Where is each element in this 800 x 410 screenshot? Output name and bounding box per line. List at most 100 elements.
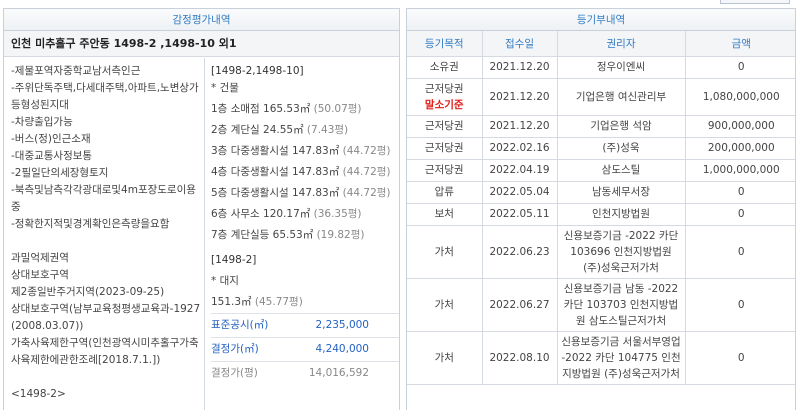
cell-holder: 기업은행 석암 (556, 114, 686, 138)
cell-date: 2021.12.20 (481, 114, 558, 138)
building-land-column: [1498-2,1498-10] * 건물 1층 소매점 165.53㎡ (50… (205, 58, 399, 410)
table-row: 소유권 2021.12.20 정우이엔씨 0 (407, 55, 795, 79)
floor-item: 1층 소매점 165.53㎡ (50.07평) (211, 101, 399, 118)
table-row: 압류 2022.05.04 남동세무서장 0 (407, 180, 795, 204)
floor-use: 다중생활시설 (230, 145, 289, 157)
property-address-title: 인천 미추홀구 주안동 1498-2 ,1498-10 외1 (4, 31, 399, 57)
col-header-holder: 권리자 (556, 31, 686, 57)
condition-item: -대중교통사정보통 (11, 150, 93, 162)
cell-amount: 1,080,000,000 (684, 77, 795, 116)
cell-amount: 1,000,000,000 (684, 158, 795, 182)
cell-type: 가처 (407, 330, 483, 385)
floor-area: 165.53㎡ (263, 103, 311, 115)
cell-amount: 0 (684, 277, 795, 332)
decided-price-label: 결정가(㎡) (211, 343, 259, 355)
cell-type: 소유권 (407, 55, 483, 79)
floor-py: (44.72평) (342, 145, 391, 157)
floor-py: (7.43평) (306, 124, 349, 136)
top-button-edge[interactable] (720, 0, 790, 4)
registry-header: 등기부내역 (407, 9, 795, 31)
cell-amount: 0 (684, 224, 795, 279)
floor-f: 6층 (211, 208, 228, 220)
cell-holder: 신용보증기금 서울서부영업 -2022 카단 104775 인천지방법원 (주)… (556, 330, 686, 385)
floor-f: 1층 (211, 103, 228, 115)
floor-py: (44.72평) (342, 187, 391, 199)
floor-use: 다중생활시설 (230, 187, 289, 199)
cell-type: 압류 (407, 180, 483, 204)
table-row: 근저당권 말소기준 2021.12.20 기업은행 여신관리부 1,080,000,00… (407, 77, 795, 116)
cell-date: 2022.08.10 (481, 330, 558, 385)
cell-holder: 정우이엔씨 (556, 55, 686, 79)
cell-amount: 200,000,000 (684, 136, 795, 160)
table-row: 근저당권 2021.12.20 기업은행 석암 900,000,000 (407, 114, 795, 138)
floor-py: (44.72평) (342, 166, 391, 178)
table-row: 가처 2022.08.10 신용보증기금 서울서부영업 -2022 카단 10477… (407, 330, 795, 385)
floor-area: 147.83㎡ (292, 145, 340, 157)
appraisal-panel: 감정평가내역 인천 미추홀구 주안동 1498-2 ,1498-10 외1 -제… (3, 8, 400, 410)
cell-type-text: 근저당권 (424, 120, 464, 132)
floor-item: 7층 계단실등 65.53㎡ (19.82평) (211, 227, 399, 244)
cell-amount: 0 (684, 330, 795, 385)
appraisal-header: 감정평가내역 (4, 9, 399, 31)
floor-area: 65.53㎡ (272, 229, 314, 241)
land-area-py: (45.77평) (254, 296, 303, 308)
table-row: 근저당권 2022.02.16 (주)성욱 200,000,000 (407, 136, 795, 160)
cell-date: 2022.04.19 (481, 158, 558, 182)
cell-type-text: 보처 (434, 208, 454, 220)
decided-py-label: 결정가(평) (211, 367, 258, 379)
zoning-item: 상대보호구역 (11, 269, 69, 281)
zoning-item: 제2종일반주거지역(2023-09-25) (11, 286, 165, 298)
floor-f: 3층 (211, 145, 228, 157)
table-row: 가처 2022.06.23 신용보증기금 -2022 카단 103696 인천지방법… (407, 224, 795, 279)
cell-type-text: 압류 (434, 186, 454, 198)
registry-panel: 등기부내역 등기목적 접수일 권리자 금액 소유권 2021.12.20 정우이엔씨… (406, 8, 796, 410)
cell-date: 2022.05.11 (481, 202, 558, 226)
condition-item: -2필일단의세장형토지 (11, 167, 109, 179)
cell-date: 2022.02.16 (481, 136, 558, 160)
table-row: 보처 2022.05.11 인천지방법원 0 (407, 202, 795, 226)
cell-type-text: 근저당권 (424, 82, 464, 95)
table-row: 근저당권 2022.04.19 삼도스틸 1,000,000,000 (407, 158, 795, 182)
floor-f: 4층 (211, 166, 228, 178)
cell-type: 근저당권 말소기준 (407, 77, 483, 116)
cell-type-text: 가처 (434, 298, 454, 311)
conditions-column: -제물포역자중학교남서측인근 -주위단독주택,다세대주택,아파트,노변상가등형성… (4, 58, 205, 410)
cell-holder: 삼도스틸 (556, 158, 686, 182)
floor-use: 소매점 (230, 103, 260, 115)
floor-use: 계단실 (230, 124, 260, 136)
cell-type: 가처 (407, 224, 483, 279)
cell-date: 2022.06.27 (481, 277, 558, 332)
cell-type-text: 소유권 (429, 61, 459, 73)
zoning-item: 과밀억제권역 (11, 252, 69, 264)
cell-date: 2022.05.04 (481, 180, 558, 204)
floor-f: 5층 (211, 187, 228, 199)
cell-amount: 900,000,000 (684, 114, 795, 138)
decided-py-value: 14,016,592 (308, 367, 369, 379)
building-label: * 건물 (211, 82, 239, 94)
cell-type: 보처 (407, 202, 483, 226)
table-row: 가처 2022.06.27 신용보증기금 남동 -2022 카단 103703 인천… (407, 277, 795, 332)
floor-py: (19.82평) (316, 229, 365, 241)
building-lot: [1498-2,1498-10] (211, 65, 304, 77)
condition-item: -북측및남측각각광대로및4m포장도로이용중 (11, 184, 196, 213)
registry-table: 등기목적 접수일 권리자 금액 소유권 2021.12.20 정우이엔씨 0 근저당권 말… (407, 31, 795, 385)
floor-f: 7층 (211, 229, 228, 241)
cell-type: 근저당권 (407, 114, 483, 138)
cell-holder: 남동세무서장 (556, 180, 686, 204)
floor-area: 120.17㎡ (263, 208, 311, 220)
cell-holder: 신용보증기금 남동 -2022 카단 103703 인천지방법원 삼도스틸근저가… (556, 277, 686, 332)
cell-holder: 신용보증기금 -2022 카단 103696 인천지방법원 (주)성욱근저가처 (556, 224, 686, 279)
cell-amount: 0 (684, 180, 795, 204)
cell-holder: 인천지방법원 (556, 202, 686, 226)
cell-type-text: 가처 (434, 245, 454, 258)
floor-item: 6층 사무소 120.17㎡ (36.35평) (211, 206, 399, 223)
cell-date: 2022.06.23 (481, 224, 558, 279)
cell-type: 가처 (407, 277, 483, 332)
lot-footer: <1498-2> (11, 388, 66, 400)
cell-type-text: 가처 (434, 351, 454, 364)
cell-type: 근저당권 (407, 136, 483, 160)
floor-item: 4층 다중생활시설 147.83㎡ (44.72평) (211, 164, 399, 181)
floor-use: 다중생활시설 (230, 166, 289, 178)
cell-holder: 기업은행 여신관리부 (556, 77, 686, 116)
condition-item: -정확한지적및경계확인은측량을요함 (11, 218, 170, 230)
